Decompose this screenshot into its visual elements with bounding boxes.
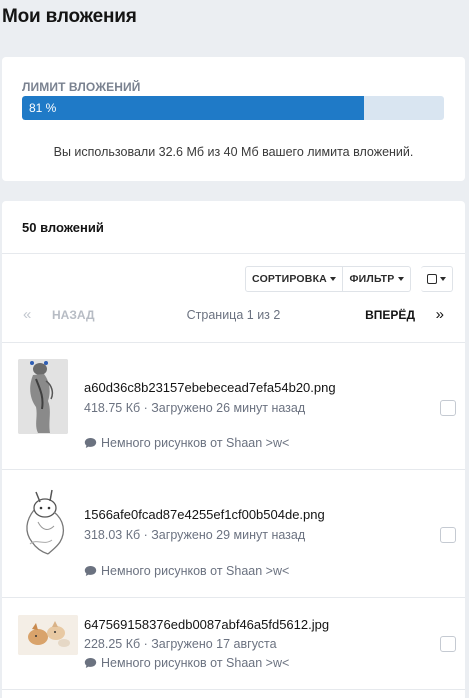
pagination: « НАЗАД Страница 1 из 2 ВПЕРЁД »	[2, 306, 465, 326]
filter-label: ФИЛЬТР	[349, 273, 395, 285]
attachment-meta: 318.03 Кб · Загружено 29 минут назад	[84, 528, 306, 542]
attachment-source-text: Немного рисунков от Shaan >w<	[101, 564, 290, 578]
limit-description: Вы использовали 32.6 Мб из 40 Мб вашего …	[53, 145, 414, 159]
comment-icon	[84, 566, 97, 576]
attachments-list-card: 50 вложений СОРТИРОВКА ФИЛЬТР « НАЗАД Ст…	[2, 201, 465, 698]
filter-button[interactable]: ФИЛЬТР	[343, 266, 411, 292]
last-page-link[interactable]: »	[436, 306, 444, 323]
limit-progress-bar: 81 %	[22, 96, 444, 120]
attachment-source-link[interactable]: Немного рисунков от Shaan >w<	[84, 656, 289, 670]
comment-icon	[84, 438, 97, 448]
attachment-filename[interactable]: a60d36c8b23157ebebecead7efa54b20.png	[84, 380, 336, 395]
attachment-item: 647569158376edb0087abf46a5fd5612.jpg 228…	[2, 598, 465, 698]
limit-progress-text: 81 %	[29, 101, 57, 115]
sort-button[interactable]: СОРТИРОВКА	[245, 266, 343, 292]
attachment-checkbox[interactable]	[440, 527, 456, 543]
attachment-thumbnail[interactable]	[18, 486, 74, 561]
attachment-filename[interactable]: 1566afe0fcad87e4255ef1cf00b504de.png	[84, 507, 325, 522]
item-divider	[2, 689, 465, 690]
attachments-count: 50 вложений	[22, 220, 104, 235]
list-toolbar: СОРТИРОВКА ФИЛЬТР	[245, 266, 453, 292]
checkbox-square-icon	[427, 274, 437, 284]
attachment-source-text: Немного рисунков от Shaan >w<	[101, 656, 290, 670]
attachment-checkbox[interactable]	[440, 636, 456, 652]
next-page-link[interactable]: ВПЕРЁД	[365, 308, 415, 322]
attachment-item: a60d36c8b23157ebebecead7efa54b20.png 418…	[2, 343, 465, 469]
sort-label: СОРТИРОВКА	[252, 273, 327, 285]
select-all-button[interactable]	[421, 266, 453, 292]
chevron-down-icon	[440, 277, 446, 281]
attachment-meta: 418.75 Кб · Загружено 26 минут назад	[84, 401, 306, 415]
limit-label: ЛИМИТ ВЛОЖЕНИЙ	[22, 80, 141, 94]
attachment-thumbnail[interactable]	[18, 359, 68, 434]
limit-progress-fill	[22, 96, 364, 120]
page-title: Мои вложения	[2, 6, 137, 27]
attachment-checkbox[interactable]	[440, 400, 456, 416]
attachment-source-text: Немного рисунков от Shaan >w<	[101, 436, 290, 450]
attachment-source-link[interactable]: Немного рисунков от Shaan >w<	[84, 436, 289, 450]
comment-icon	[84, 658, 97, 668]
attachment-limit-card: ЛИМИТ ВЛОЖЕНИЙ 81 % Вы использовали 32.6…	[2, 57, 465, 181]
chevron-down-icon	[397, 277, 404, 281]
attachment-source-link[interactable]: Немного рисунков от Shaan >w<	[84, 564, 289, 578]
chevron-down-icon	[329, 277, 336, 281]
attachment-filename[interactable]: 647569158376edb0087abf46a5fd5612.jpg	[84, 617, 329, 632]
attachment-item: 1566afe0fcad87e4255ef1cf00b504de.png 318…	[2, 470, 465, 597]
header-divider	[2, 253, 465, 254]
attachment-thumbnail[interactable]	[18, 615, 78, 655]
attachment-meta: 228.25 Кб · Загружено 17 августа	[84, 637, 277, 651]
